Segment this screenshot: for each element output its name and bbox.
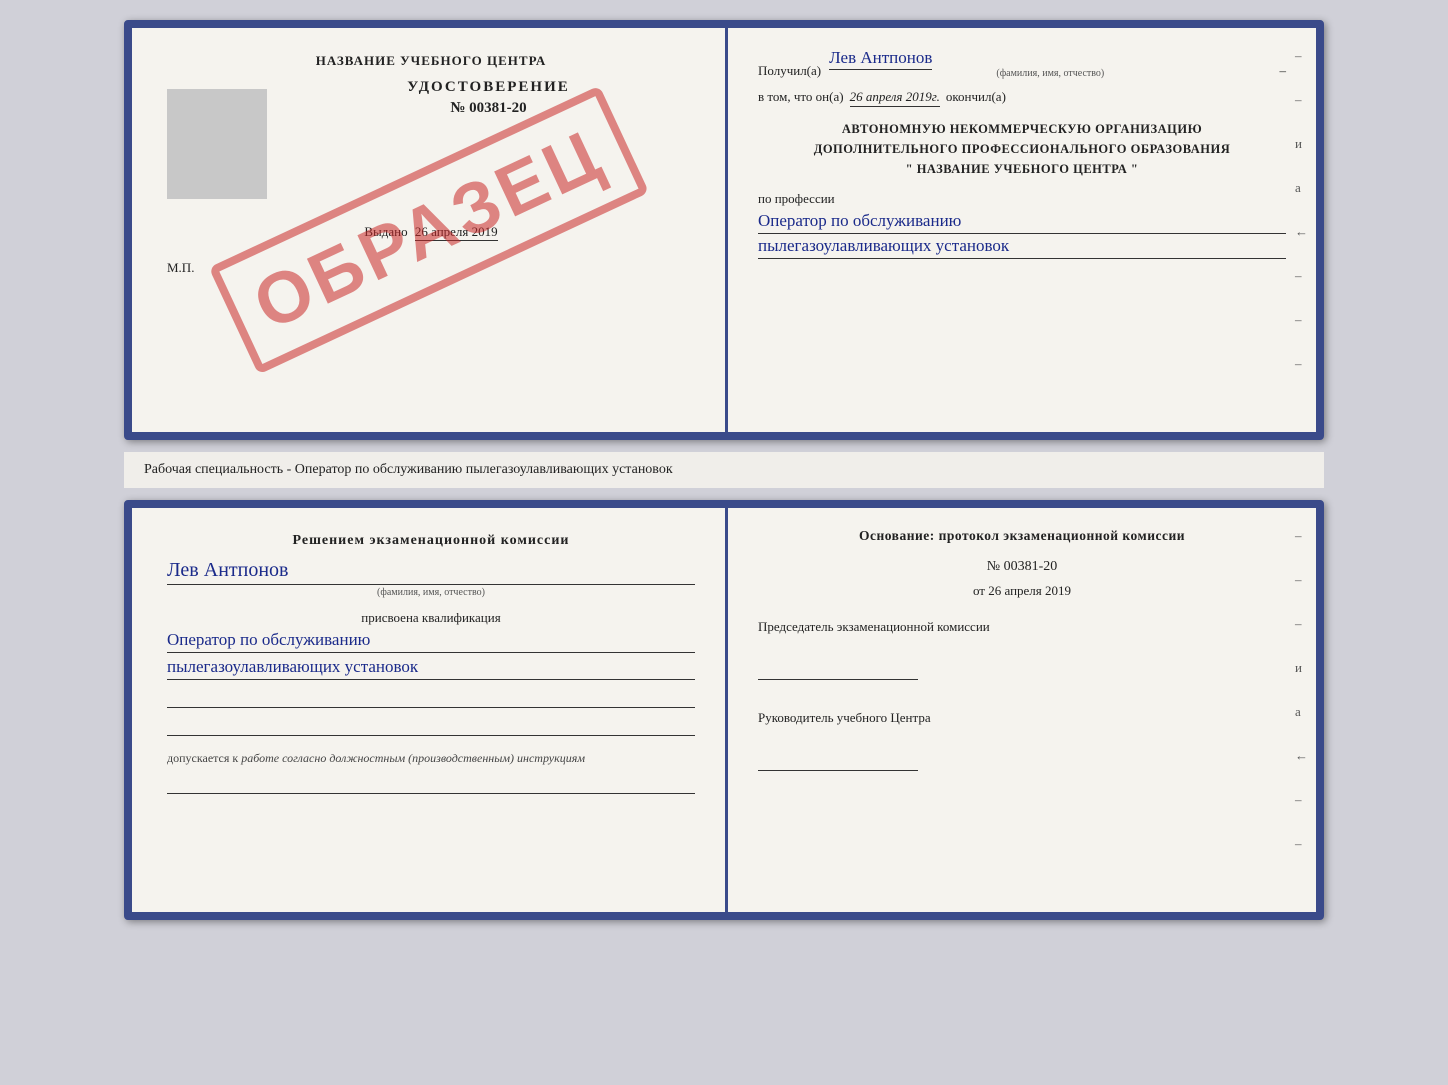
top-certificate-book: НАЗВАНИЕ УЧЕБНОГО ЦЕНТРА УДОСТОВЕРЕНИЕ №… bbox=[124, 20, 1324, 440]
admission-prefix: допускается к bbox=[167, 751, 238, 765]
assigned-label: присвоена квалификация bbox=[167, 610, 695, 626]
issued-label: Выдано bbox=[364, 224, 407, 239]
bsd1: – bbox=[1295, 528, 1308, 544]
recipient-prefix: Получил(а) bbox=[758, 63, 821, 79]
mp-line: М.П. bbox=[167, 260, 695, 276]
bsd5: а bbox=[1295, 704, 1308, 720]
date-prefix: в том, что он(а) bbox=[758, 89, 844, 105]
chairman-sig-line bbox=[758, 660, 918, 680]
bsd7: – bbox=[1295, 792, 1308, 808]
sd7: – bbox=[1295, 312, 1308, 328]
protocol-date-prefix: от bbox=[973, 583, 985, 598]
recipient-line: Получил(а) Лев Антпонов (фамилия, имя, о… bbox=[758, 48, 1286, 79]
bsd8: – bbox=[1295, 836, 1308, 852]
qual-line1: Оператор по обслуживанию bbox=[167, 630, 695, 653]
sd3: и bbox=[1295, 136, 1308, 152]
profession-line1: Оператор по обслуживанию bbox=[758, 211, 1286, 234]
protocol-date: от 26 апреля 2019 bbox=[758, 583, 1286, 599]
recipient-name: Лев Антпонов bbox=[829, 48, 932, 70]
decision-heading: Решением экзаменационной комиссии bbox=[167, 533, 695, 549]
qual-left-page: Решением экзаменационной комиссии Лев Ан… bbox=[132, 508, 728, 912]
sd1: – bbox=[1295, 48, 1308, 64]
profession-line2: пылегазоулавливающих установок bbox=[758, 236, 1286, 259]
fio-hint: (фамилия, имя, отчество) bbox=[950, 68, 1150, 79]
admission-italic: работе согласно должностным (производств… bbox=[241, 751, 585, 765]
sd6: – bbox=[1295, 268, 1308, 284]
blank-line-2 bbox=[167, 716, 695, 736]
bsd6: ← bbox=[1295, 748, 1308, 764]
blank-line-1 bbox=[167, 688, 695, 708]
bsd2: – bbox=[1295, 572, 1308, 588]
school-title: НАЗВАНИЕ УЧЕБНОГО ЦЕНТРА bbox=[167, 53, 695, 69]
person-name: Лев Антпонов bbox=[167, 559, 695, 585]
top-right-page: Получил(а) Лев Антпонов (фамилия, имя, о… bbox=[728, 28, 1316, 432]
issued-line: Выдано 26 апреля 2019 bbox=[167, 224, 695, 240]
sd4: а bbox=[1295, 180, 1308, 196]
org-line3: " НАЗВАНИЕ УЧЕБНОГО ЦЕНТРА " bbox=[758, 159, 1286, 179]
right-dash-1: – bbox=[1280, 63, 1287, 79]
chairman-block: Председатель экзаменационной комиссии bbox=[758, 619, 1286, 680]
org-line1: АВТОНОМНУЮ НЕКОММЕРЧЕСКУЮ ОРГАНИЗАЦИЮ bbox=[758, 119, 1286, 139]
certificate-label: УДОСТОВЕРЕНИЕ bbox=[282, 79, 695, 96]
date-line: в том, что он(а) 26 апреля 2019г. окончи… bbox=[758, 89, 1286, 107]
director-sig-line bbox=[758, 751, 918, 771]
qual-fio-hint: (фамилия, имя, отчество) bbox=[331, 587, 531, 598]
basis-heading: Основание: протокол экзаменационной коми… bbox=[758, 528, 1286, 544]
profession-label: по профессии bbox=[758, 191, 1286, 207]
sd5: ← bbox=[1295, 224, 1308, 240]
qual-line2: пылегазоулавливающих установок bbox=[167, 657, 695, 680]
qual-right-page: Основание: протокол экзаменационной коми… bbox=[728, 508, 1316, 912]
org-line2: ДОПОЛНИТЕЛЬНОГО ПРОФЕССИОНАЛЬНОГО ОБРАЗО… bbox=[758, 139, 1286, 159]
bottom-qualification-book: Решением экзаменационной комиссии Лев Ан… bbox=[124, 500, 1324, 920]
finished-label: окончил(а) bbox=[946, 89, 1006, 105]
photo-placeholder bbox=[167, 89, 267, 199]
bsd3: – bbox=[1295, 616, 1308, 632]
bsd4: и bbox=[1295, 660, 1308, 676]
protocol-number: № 00381-20 bbox=[758, 559, 1286, 575]
director-role: Руководитель учебного Центра bbox=[758, 710, 1286, 726]
middle-label: Рабочая специальность - Оператор по обсл… bbox=[124, 452, 1324, 488]
admission-text: допускается к работе согласно должностны… bbox=[167, 751, 695, 766]
protocol-date-value: 26 апреля 2019 bbox=[988, 583, 1071, 598]
issued-date: 26 апреля 2019 bbox=[415, 224, 498, 241]
chairman-role: Председатель экзаменационной комиссии bbox=[758, 619, 1286, 635]
blank-line-3 bbox=[167, 774, 695, 794]
side-dashes-bottom: – – – и а ← – – bbox=[1295, 528, 1308, 852]
date-value: 26 апреля 2019г. bbox=[850, 89, 940, 107]
org-block: АВТОНОМНУЮ НЕКОММЕРЧЕСКУЮ ОРГАНИЗАЦИЮ ДО… bbox=[758, 119, 1286, 179]
sd8: – bbox=[1295, 356, 1308, 372]
director-block: Руководитель учебного Центра bbox=[758, 710, 1286, 771]
side-dashes-top: – – и а ← – – – bbox=[1295, 48, 1308, 372]
document-container: НАЗВАНИЕ УЧЕБНОГО ЦЕНТРА УДОСТОВЕРЕНИЕ №… bbox=[124, 20, 1324, 920]
top-left-page: НАЗВАНИЕ УЧЕБНОГО ЦЕНТРА УДОСТОВЕРЕНИЕ №… bbox=[132, 28, 728, 432]
sd2: – bbox=[1295, 92, 1308, 108]
certificate-number: № 00381-20 bbox=[282, 100, 695, 117]
